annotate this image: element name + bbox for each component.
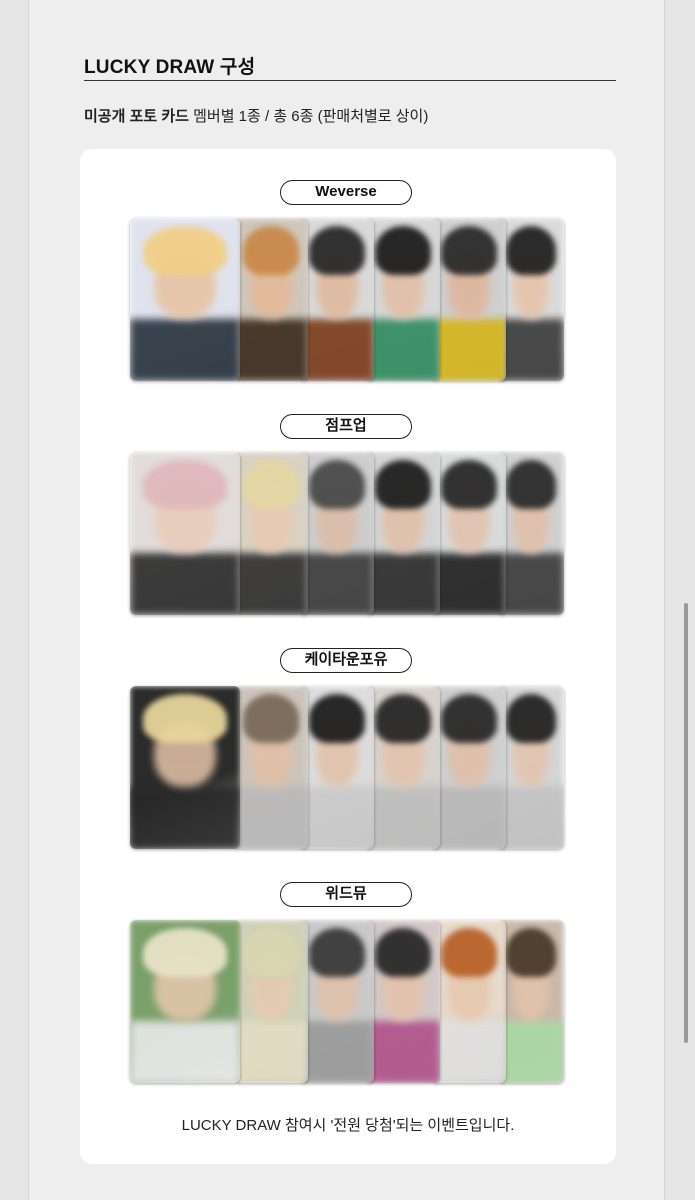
photocard-image bbox=[130, 218, 240, 381]
title-divider bbox=[84, 80, 616, 81]
photocard-image bbox=[234, 686, 308, 849]
vendor-label: 케이타운포유 bbox=[280, 648, 412, 673]
photocard-image bbox=[300, 218, 374, 381]
photocard-image bbox=[130, 686, 240, 849]
section-title: LUCKY DRAW 구성 bbox=[84, 57, 256, 78]
left-gutter bbox=[0, 0, 29, 1200]
photocard-image bbox=[432, 920, 506, 1083]
vendor-label: 위드뮤 bbox=[280, 882, 412, 907]
photocard-image bbox=[432, 452, 506, 615]
photocard-image bbox=[432, 686, 506, 849]
photocard-image bbox=[498, 686, 564, 849]
photocard-image bbox=[366, 686, 440, 849]
photocard-image bbox=[432, 218, 506, 381]
photocard-image bbox=[130, 920, 240, 1083]
subtitle-bold: 미공개 포토 카드 bbox=[84, 108, 189, 125]
photocard-image bbox=[498, 218, 564, 381]
photocard-row bbox=[130, 218, 564, 381]
photocard-image bbox=[300, 452, 374, 615]
photocard-image bbox=[234, 218, 308, 381]
lucky-draw-card: Weverse 점프업 케이타운포유 위드뮤 LUCKY DRAW 참여시 '전… bbox=[80, 149, 616, 1164]
photocard-image bbox=[234, 920, 308, 1083]
right-gutter bbox=[664, 0, 695, 1200]
event-note: LUCKY DRAW 참여시 '전원 당첨'되는 이벤트입니다. bbox=[181, 1117, 515, 1134]
scrollbar-thumb[interactable] bbox=[684, 603, 688, 1043]
photocard-row bbox=[130, 686, 564, 849]
photocard-image bbox=[366, 218, 440, 381]
photocard-image bbox=[300, 920, 374, 1083]
photocard-image bbox=[234, 452, 308, 615]
photocard-row bbox=[130, 452, 564, 615]
photocard-image bbox=[498, 920, 564, 1083]
photocard-row bbox=[130, 920, 564, 1083]
subtitle-rest: 멤버별 1종 / 총 6종 (판매처별로 상이) bbox=[188, 108, 429, 125]
vendor-label: Weverse bbox=[280, 180, 412, 205]
photocard-image bbox=[130, 452, 240, 615]
photocard-image bbox=[498, 452, 564, 615]
section-subtitle: 미공개 포토 카드 멤버별 1종 / 총 6종 (판매처별로 상이) bbox=[84, 105, 428, 126]
photocard-image bbox=[366, 452, 440, 615]
vendor-label: 점프업 bbox=[280, 414, 412, 439]
photocard-image bbox=[300, 686, 374, 849]
photocard-image bbox=[366, 920, 440, 1083]
